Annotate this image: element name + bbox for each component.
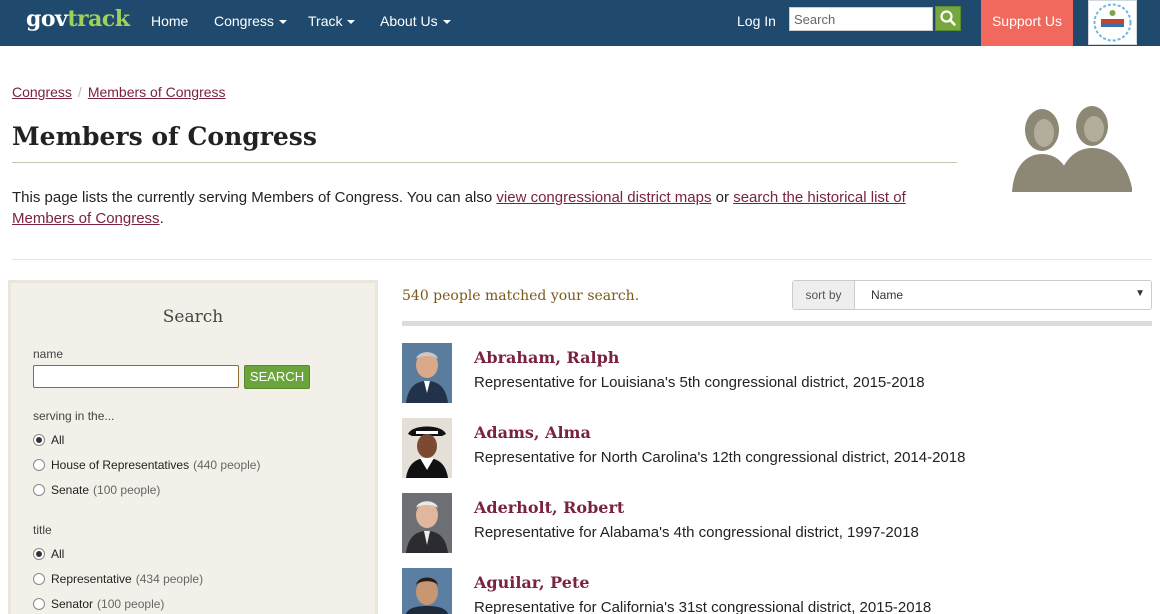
member-photo[interactable] <box>402 418 452 478</box>
navbar: govtrack Home Congress Track About Us Lo… <box>0 0 1160 46</box>
member-name-link[interactable]: Abraham, Ralph <box>474 348 619 367</box>
search-icon <box>940 10 956 26</box>
sort-label: sort by <box>793 281 855 309</box>
title-divider <box>12 162 957 163</box>
sidebar-title: Search <box>162 307 224 327</box>
nav-home-label: Home <box>151 13 189 29</box>
title-option-label: Representative <box>51 572 132 586</box>
serving-option-label: All <box>51 433 65 447</box>
govtrack-logo[interactable]: govtrack <box>26 6 130 32</box>
serving-option-house[interactable]: House of Representatives (440 people) <box>33 458 260 472</box>
title-option-count: (100 people) <box>97 597 165 611</box>
section-divider <box>12 259 1152 260</box>
nav-congress[interactable]: Congress <box>214 13 287 29</box>
list-item: Aguilar, Pete Representative for Califor… <box>402 568 1152 614</box>
nav-track[interactable]: Track <box>308 13 356 29</box>
title-option-representative[interactable]: Representative (434 people) <box>33 572 203 586</box>
serving-option-label: House of Representatives <box>51 458 190 472</box>
member-description: Representative for North Carolina's 12th… <box>474 449 966 466</box>
title-option-all[interactable]: All <box>33 547 64 561</box>
breadcrumb-members[interactable]: Members of Congress <box>88 84 226 100</box>
member-description: Representative for Louisiana's 5th congr… <box>474 374 925 391</box>
member-name-link[interactable]: Adams, Alma <box>474 423 591 442</box>
name-search-button[interactable]: SEARCH <box>244 365 310 389</box>
list-item: Adams, Alma Representative for North Car… <box>402 418 1152 478</box>
title-option-label: Senator <box>51 597 94 611</box>
search-input[interactable] <box>789 7 933 31</box>
serving-option-count: (440 people) <box>193 458 261 472</box>
radio-unchecked[interactable] <box>33 484 45 496</box>
nav-about-label: About Us <box>380 13 438 29</box>
title-option-senator[interactable]: Senator (100 people) <box>33 597 164 611</box>
radio-checked[interactable] <box>33 548 45 560</box>
member-description: Representative for California's 31st con… <box>474 599 932 614</box>
member-photo-icon <box>402 493 452 553</box>
sort-value: Name <box>871 288 904 302</box>
logo-track-text: track <box>67 6 130 32</box>
intro-text-3: . <box>159 210 164 227</box>
nav-track-label: Track <box>308 13 343 29</box>
login-link[interactable]: Log In <box>737 13 776 29</box>
list-item: Abraham, Ralph Representative for Louisi… <box>402 343 1152 403</box>
user-avatar[interactable] <box>1088 0 1137 45</box>
congress-portraits-illustration <box>1012 106 1132 192</box>
logo-gov-text: gov <box>26 6 68 32</box>
search-sidebar: Search name SEARCH serving in the... All… <box>8 280 378 614</box>
radio-unchecked[interactable] <box>33 573 45 585</box>
serving-option-count: (100 people) <box>93 483 161 497</box>
radio-checked[interactable] <box>33 434 45 446</box>
list-item: Aderholt, Robert Representative for Alab… <box>402 493 1152 553</box>
title-label: title <box>33 523 52 537</box>
member-photo[interactable] <box>402 568 452 614</box>
intro-paragraph: This page lists the currently serving Me… <box>12 187 942 229</box>
title-option-label: All <box>51 547 65 561</box>
member-photo-icon <box>402 418 452 478</box>
caret-down-icon: ▼ <box>1135 288 1145 299</box>
serving-option-senate[interactable]: Senate (100 people) <box>33 483 160 497</box>
name-input[interactable] <box>33 365 239 388</box>
intro-text-1: This page lists the currently serving Me… <box>12 189 497 206</box>
chevron-down-icon <box>442 20 451 25</box>
member-name-link[interactable]: Aguilar, Pete <box>474 573 590 592</box>
chevron-down-icon <box>347 20 356 25</box>
avatar-badge-icon <box>1093 3 1132 42</box>
breadcrumb: Congress / Members of Congress <box>12 84 226 100</box>
sort-select[interactable]: sort by Name ▼ <box>792 280 1152 310</box>
serving-option-label: Senate <box>51 483 90 497</box>
breadcrumb-separator: / <box>77 84 82 100</box>
member-description: Representative for Alabama's 4th congres… <box>474 524 919 541</box>
nav-congress-label: Congress <box>214 13 274 29</box>
chevron-down-icon <box>278 20 287 25</box>
district-maps-link[interactable]: view congressional district maps <box>496 189 711 206</box>
member-photo[interactable] <box>402 493 452 553</box>
search-button[interactable] <box>935 6 961 31</box>
member-name-link[interactable]: Aderholt, Robert <box>474 498 624 517</box>
member-photo-icon <box>402 568 452 614</box>
radio-unchecked[interactable] <box>33 459 45 471</box>
serving-option-all[interactable]: All <box>33 433 64 447</box>
results-divider <box>402 321 1152 326</box>
name-label: name <box>33 347 64 361</box>
member-photo-icon <box>402 343 452 403</box>
breadcrumb-congress[interactable]: Congress <box>12 84 72 100</box>
support-us-button[interactable]: Support Us <box>981 0 1073 46</box>
title-option-count: (434 people) <box>135 572 204 586</box>
result-count: 540 people matched your search. <box>402 288 640 304</box>
radio-unchecked[interactable] <box>33 598 45 610</box>
nav-home[interactable]: Home <box>151 13 188 29</box>
serving-label: serving in the... <box>33 409 115 423</box>
page-title: Members of Congress <box>12 122 317 151</box>
intro-text-2: or <box>711 189 734 206</box>
member-photo[interactable] <box>402 343 452 403</box>
nav-about-us[interactable]: About Us <box>380 13 451 29</box>
